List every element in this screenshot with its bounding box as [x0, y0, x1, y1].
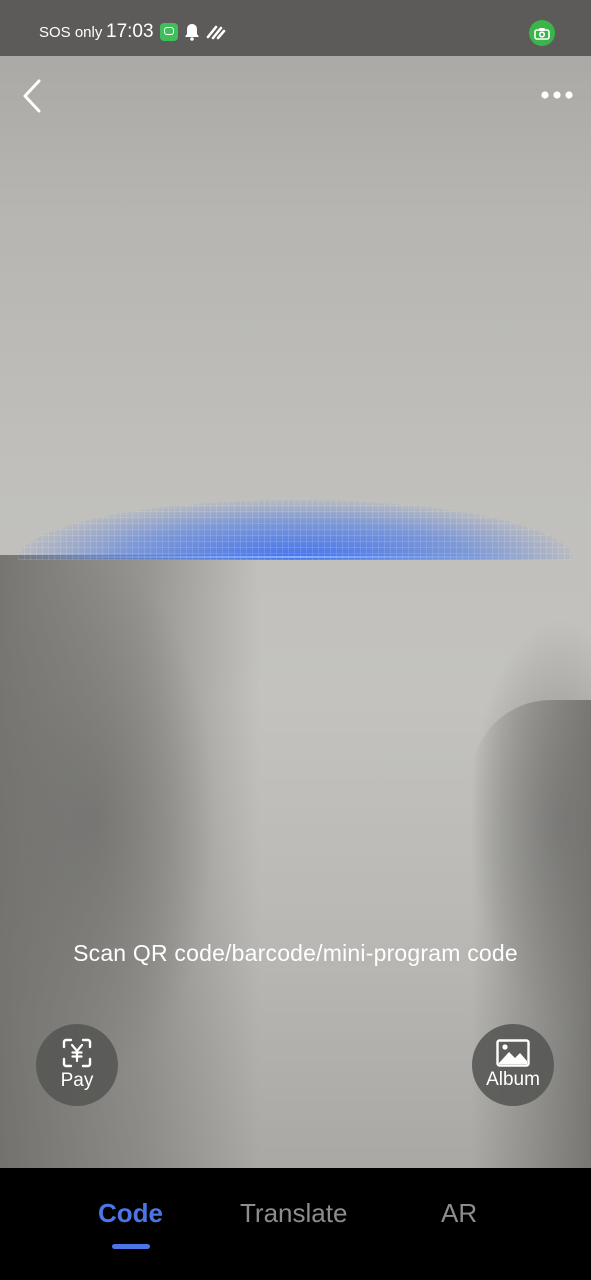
- active-tab-indicator: [112, 1244, 150, 1249]
- status-bar: SOS only 17:03: [0, 0, 591, 56]
- more-options-button[interactable]: [539, 80, 575, 110]
- status-carrier: SOS only: [39, 24, 103, 41]
- album-button[interactable]: Album: [472, 1024, 554, 1106]
- signal-slash-icon: [206, 25, 226, 40]
- scan-line-glow: [18, 500, 573, 560]
- scan-line: [30, 556, 561, 558]
- more-dots-icon: [541, 91, 573, 99]
- image-icon: [496, 1039, 530, 1067]
- camera-viewfinder: [0, 0, 591, 1168]
- bell-icon: [185, 24, 199, 41]
- scan-hint-text: Scan QR code/barcode/mini-program code: [73, 940, 518, 966]
- status-icons: [160, 23, 226, 41]
- pay-label: Pay: [60, 1070, 94, 1091]
- tab-code[interactable]: Code: [98, 1198, 163, 1229]
- tab-translate[interactable]: Translate: [240, 1198, 347, 1229]
- app-notification-icon: [160, 23, 178, 41]
- tab-ar[interactable]: AR: [441, 1198, 477, 1229]
- chevron-left-icon: [23, 79, 41, 113]
- status-time: 17:03: [106, 21, 154, 42]
- camera-in-use-icon: [529, 20, 555, 46]
- bottom-tab-bar: Code Translate AR: [0, 1168, 591, 1280]
- back-button[interactable]: [14, 76, 50, 116]
- album-label: Album: [486, 1069, 540, 1090]
- pay-button[interactable]: Pay: [36, 1024, 118, 1106]
- yuan-scan-icon: [62, 1038, 92, 1068]
